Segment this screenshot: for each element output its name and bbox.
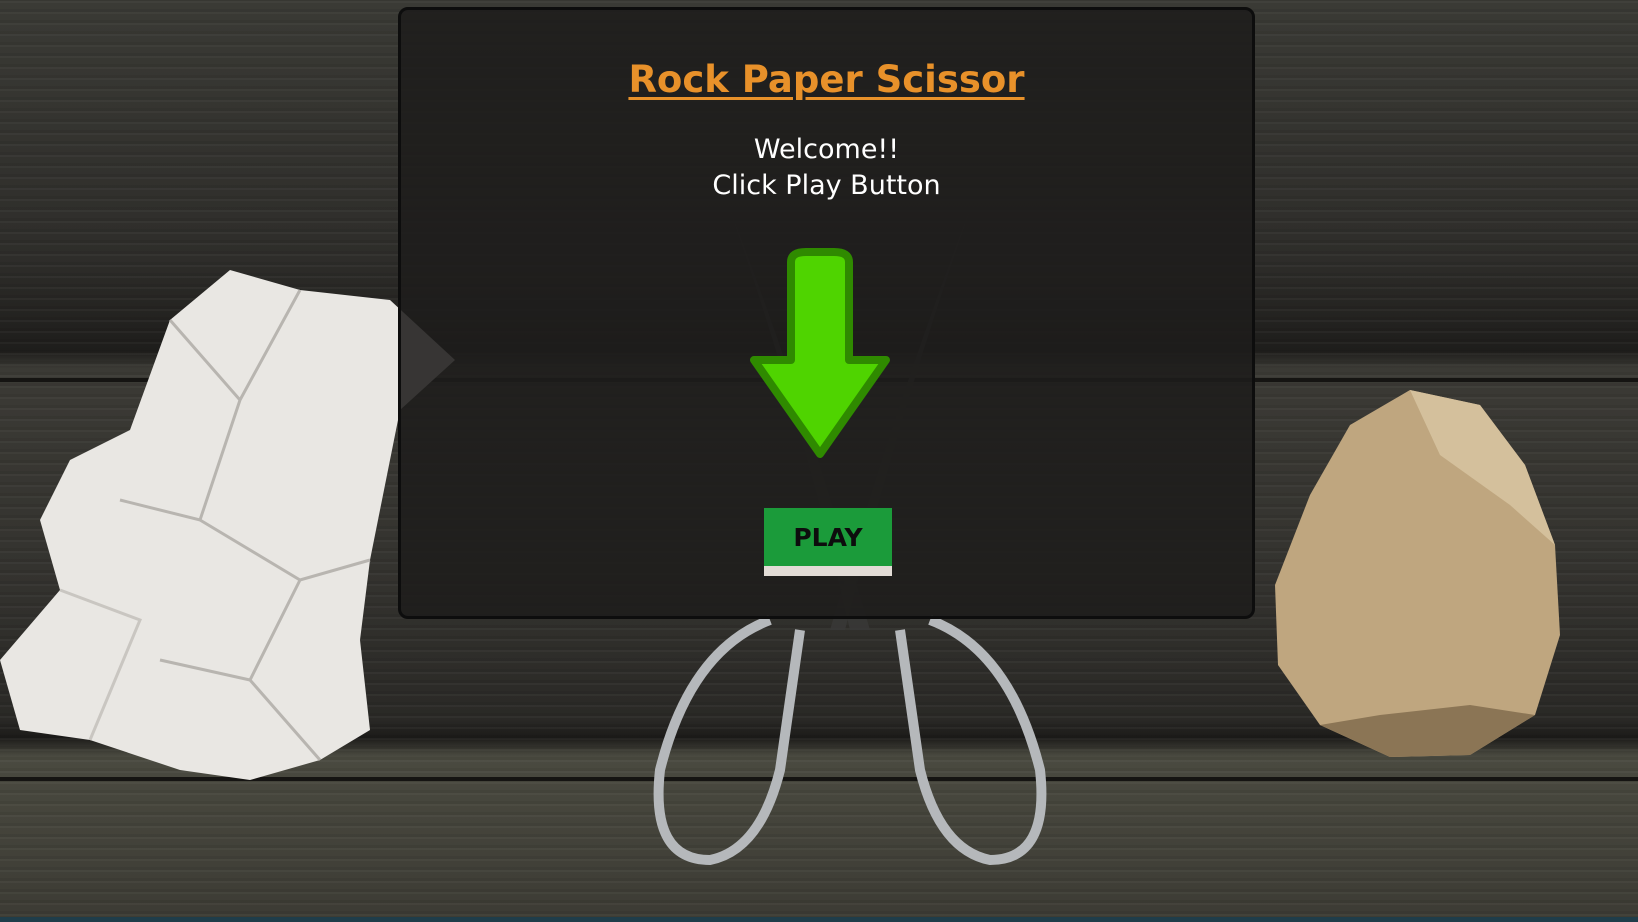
instruction-text: Click Play Button xyxy=(712,170,941,201)
down-arrow-icon xyxy=(750,248,890,458)
play-button[interactable]: PLAY xyxy=(764,508,892,576)
game-title: Rock Paper Scissor xyxy=(628,58,1025,101)
rock-image xyxy=(1275,390,1560,757)
welcome-text: Welcome!! xyxy=(753,134,900,165)
taskbar xyxy=(0,917,1638,922)
game-panel: Rock Paper Scissor Welcome!! Click Play … xyxy=(398,7,1255,619)
